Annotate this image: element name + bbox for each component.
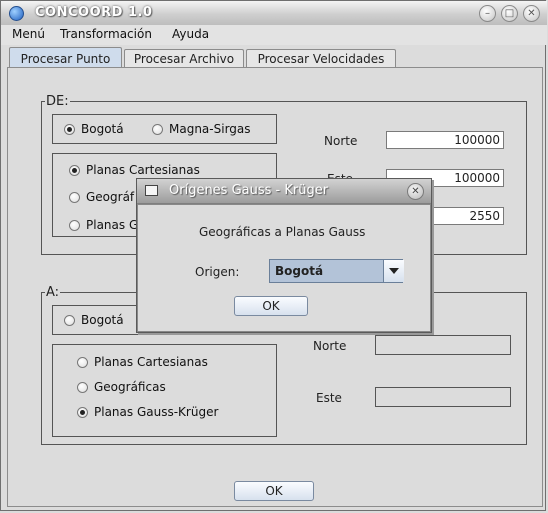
a-radio-bogota[interactable] [64,315,75,326]
de-radio-bogota[interactable] [64,124,75,135]
dialog-heading: Geográficas a Planas Gauss [199,225,366,239]
de-norte-label: Norte [324,134,358,148]
de-radio-magna[interactable] [152,124,163,135]
chevron-down-icon[interactable] [383,260,404,282]
close-icon[interactable]: ✕ [523,5,540,22]
menu-menu[interactable]: Menú [12,27,45,41]
de-radio-gauss[interactable] [69,220,80,231]
de-label-geograficas: Geográf [86,190,135,204]
origin-select[interactable]: Bogotá [269,259,404,283]
a-radio-geograficas[interactable] [77,382,88,393]
menu-transformacion[interactable]: Transformación [60,27,152,41]
de-legend: DE: [45,94,70,109]
dialog-title-bar[interactable]: Orígenes Gauss - Krüger ✕ [137,179,431,204]
dialog-title: Orígenes Gauss - Krüger [169,183,329,198]
ok-button[interactable]: OK [234,481,314,501]
de-radio-cartesianas[interactable] [69,165,80,176]
dialog-close-icon[interactable]: ✕ [407,183,424,200]
a-legend: A: [45,285,61,300]
origin-select-value: Bogotá [275,264,324,278]
a-label-bogota: Bogotá [81,313,124,327]
de-label-gauss: Planas G [86,218,139,232]
de-label-magna: Magna-Sirgas [169,122,251,136]
a-radio-gauss[interactable] [77,407,88,418]
de-radio-geograficas[interactable] [69,192,80,203]
tab-procesar-velocidades[interactable]: Procesar Velocidades [246,49,396,67]
de-label-cartesianas: Planas Cartesianas [86,163,200,177]
title-bar[interactable]: CONCOORD 1.0 – □ ✕ [1,1,547,26]
window-title: CONCOORD 1.0 [35,5,153,20]
de-norte-field[interactable]: 100000 [386,131,504,149]
a-label-cartesianas: Planas Cartesianas [94,355,208,369]
origin-label: Origen: [195,265,240,279]
a-este-field[interactable] [375,387,511,407]
dialog-window-icon [145,185,158,196]
a-este-label: Este [316,391,342,405]
a-label-gauss: Planas Gauss-Krüger [94,405,219,419]
menu-ayuda[interactable]: Ayuda [172,27,209,41]
minimize-icon[interactable]: – [479,5,496,22]
de-label-bogota: Bogotá [81,122,124,136]
tab-procesar-archivo[interactable]: Procesar Archivo [124,49,244,67]
a-radio-cartesianas[interactable] [77,357,88,368]
tab-procesar-punto[interactable]: Procesar Punto [9,47,122,68]
dialog-ok-button[interactable]: OK [234,296,308,316]
app-globe-icon [9,6,24,21]
origenes-dialog: Orígenes Gauss - Krüger ✕ Geográficas a … [136,178,432,333]
maximize-icon[interactable]: □ [501,5,518,22]
a-norte-field[interactable] [375,335,511,355]
a-norte-label: Norte [313,339,347,353]
a-label-geograficas: Geográficas [94,380,166,394]
